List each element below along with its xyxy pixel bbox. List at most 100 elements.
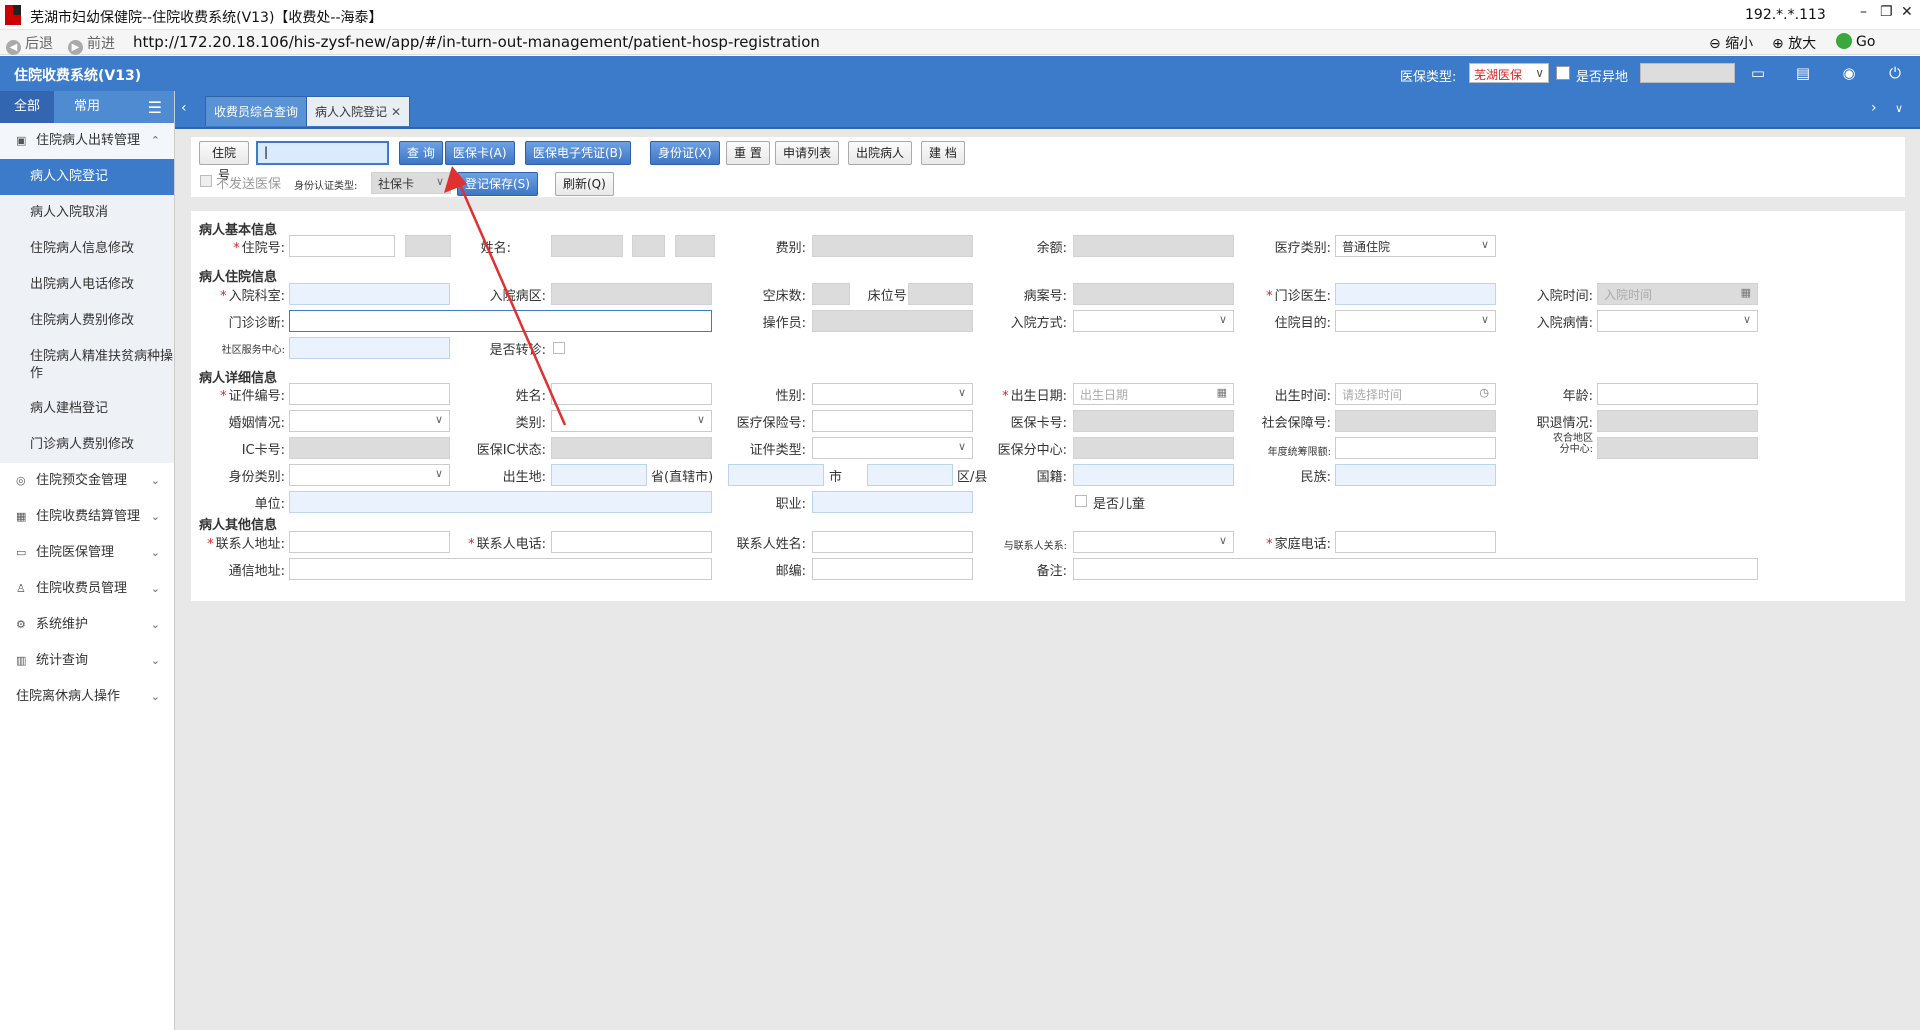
sidebar-item-admission-registration[interactable]: 病人入院登记 xyxy=(0,159,174,195)
reset-button[interactable]: 重 置 xyxy=(726,141,770,165)
apply-list-button[interactable]: 申请列表 xyxy=(775,141,840,165)
nationality-field[interactable] xyxy=(1073,464,1234,486)
contact-phone-field[interactable] xyxy=(551,531,712,553)
create-file-button[interactable]: 建 档 xyxy=(921,141,965,165)
diagnosis-field[interactable] xyxy=(289,310,712,332)
birthplace-province-field[interactable] xyxy=(551,464,647,486)
hosp-no-search-input[interactable]: | xyxy=(256,141,389,165)
zoom-in-button[interactable]: ⊕ 放大 xyxy=(1772,33,1816,53)
workplace-field[interactable] xyxy=(289,491,712,513)
sidebar-group-insurance[interactable]: ▭ 住院医保管理 ⌄ xyxy=(0,535,174,571)
contact-relation-select[interactable]: ∨ xyxy=(1073,531,1234,553)
category-select[interactable]: ∨ xyxy=(551,410,712,432)
sidebar-group-settlement[interactable]: ▦ 住院收费结算管理 ⌄ xyxy=(0,499,174,535)
chevron-down-icon: ∨ xyxy=(435,175,444,188)
contact-addr-field[interactable] xyxy=(289,531,450,553)
age-field[interactable] xyxy=(1597,383,1758,405)
sidebar-tab-common[interactable]: 常用 xyxy=(60,91,114,123)
sidebar-group-cashier[interactable]: ♙ 住院收费员管理 ⌄ xyxy=(0,571,174,607)
refresh-button[interactable]: 刷新(Q) xyxy=(555,172,614,196)
ward-label: 入院病区: xyxy=(489,289,546,304)
back-button[interactable]: ◀ 后退 xyxy=(6,33,53,55)
sidebar-group-deposit[interactable]: ◎ 住院预交金管理 ⌄ xyxy=(0,463,174,499)
hosp-purpose-select[interactable]: ∨ xyxy=(1335,310,1496,332)
sidebar-group-inout[interactable]: ▣ 住院病人出转管理 ⌃ xyxy=(0,123,174,159)
sidebar-tab-all[interactable]: 全部 xyxy=(0,91,55,123)
id-type-select[interactable]: ∨ xyxy=(812,437,973,459)
sidebar-group-retired[interactable]: 住院离休病人操作 ⌄ xyxy=(0,679,174,715)
query-button[interactable]: 查 询 xyxy=(399,141,443,165)
id-auth-select[interactable]: 社保卡 ∨ xyxy=(371,172,451,194)
postcode-field[interactable] xyxy=(812,558,973,580)
birth-date-field[interactable]: 出生日期 ▦ xyxy=(1073,383,1234,405)
eye-icon[interactable]: ◉ xyxy=(1840,64,1858,82)
minimize-button[interactable]: – xyxy=(1860,4,1867,20)
contact-name-label: 联系人姓名: xyxy=(736,537,806,552)
dept-field[interactable] xyxy=(289,283,450,305)
tab-prev-icon[interactable]: ‹ xyxy=(181,100,187,116)
ins-no-field[interactable] xyxy=(812,410,973,432)
tab-next-icon[interactable]: › xyxy=(1871,100,1877,116)
save-registration-button[interactable]: 登记保存(S) xyxy=(457,172,538,196)
tab-menu-chevron-icon[interactable]: ∨ xyxy=(1895,102,1903,115)
close-tab-icon[interactable]: ✕ xyxy=(391,105,401,119)
community-field[interactable] xyxy=(289,337,450,359)
mail-addr-field[interactable] xyxy=(289,558,712,580)
sidebar-group-label: 住院收费结算管理 xyxy=(36,509,141,524)
hosp-no-field[interactable] xyxy=(289,235,395,257)
hosp-purpose-label: 住院目的: xyxy=(1274,316,1331,331)
annual-limit-field[interactable] xyxy=(1335,437,1496,459)
forward-button[interactable]: ▶ 前进 xyxy=(68,33,115,55)
admit-method-select[interactable]: ∨ xyxy=(1073,310,1234,332)
home-phone-field[interactable] xyxy=(1335,531,1496,553)
go-button[interactable]: Go xyxy=(1836,33,1875,50)
back-label: 后退 xyxy=(25,36,53,52)
contact-name-field[interactable] xyxy=(812,531,973,553)
chevron-down-icon: ⌄ xyxy=(150,582,160,595)
close-window-button[interactable]: ✕ xyxy=(1901,4,1913,20)
gender-select[interactable]: ∨ xyxy=(812,383,973,405)
remark-field[interactable] xyxy=(1073,558,1758,580)
monitor-icon[interactable]: ▭ xyxy=(1749,64,1767,82)
ins-card-button[interactable]: 医保卡(A) xyxy=(445,141,515,165)
remote-checkbox[interactable] xyxy=(1556,66,1570,80)
admit-condition-select[interactable]: ∨ xyxy=(1597,310,1758,332)
id-no-field[interactable] xyxy=(289,383,450,405)
ethnicity-field[interactable] xyxy=(1335,464,1496,486)
zoom-out-button[interactable]: ⊖ 缩小 xyxy=(1709,33,1753,53)
sidebar-group-stats[interactable]: ▥ 统计查询 ⌄ xyxy=(0,643,174,679)
sidebar-item-poverty[interactable]: 住院病人精准扶贫病种操作 xyxy=(0,339,174,391)
sidebar-item-fee-edit[interactable]: 住院病人费别修改 xyxy=(0,303,174,339)
sidebar-item-admission-cancel[interactable]: 病人入院取消 xyxy=(0,195,174,231)
med-type-select[interactable]: 普通住院 ∨ xyxy=(1335,235,1496,257)
birthplace-city-field[interactable] xyxy=(728,464,824,486)
insurance-type-select[interactable]: 芜湖医保 ∨ xyxy=(1469,63,1549,83)
power-icon[interactable]: ⏻ xyxy=(1886,64,1904,82)
city-label: 市 xyxy=(829,470,843,485)
no-send-ins-checkbox[interactable] xyxy=(200,175,212,187)
occupation-field[interactable] xyxy=(812,491,973,513)
is-child-checkbox[interactable] xyxy=(1075,495,1087,507)
tab-cashier-query[interactable]: 收费员综合查询 xyxy=(205,96,308,126)
birthplace-district-field[interactable] xyxy=(867,464,953,486)
transfer-checkbox[interactable] xyxy=(553,342,565,354)
name2-field[interactable] xyxy=(551,383,712,405)
id-card-button[interactable]: 身份证(X) xyxy=(650,141,720,165)
menu-icon[interactable]: ☰ xyxy=(148,98,162,117)
sidebar-item-outpatient-fee[interactable]: 门诊病人费别修改 xyxy=(0,427,174,463)
sidebar-item-phone-edit[interactable]: 出院病人电话修改 xyxy=(0,267,174,303)
ins-ecert-button[interactable]: 医保电子凭证(B) xyxy=(525,141,631,165)
tab-label: 病人入院登记 xyxy=(315,105,388,119)
sidebar-item-info-edit[interactable]: 住院病人信息修改 xyxy=(0,231,174,267)
sidebar-item-create-file[interactable]: 病人建档登记 xyxy=(0,391,174,427)
url-field[interactable]: http://172.20.18.106/his-zysf-new/app/#/… xyxy=(133,33,820,51)
discharged-button[interactable]: 出院病人 xyxy=(848,141,913,165)
restore-button[interactable]: ❐ xyxy=(1880,4,1893,20)
outpatient-doctor-field[interactable] xyxy=(1335,283,1496,305)
document-icon[interactable]: ▤ xyxy=(1794,64,1812,82)
tab-admission-registration[interactable]: 病人入院登记 ✕ xyxy=(306,96,411,126)
birth-time-field[interactable]: 请选择时间 ◷ xyxy=(1335,383,1496,405)
sidebar-group-system[interactable]: ⚙ 系统维护 ⌄ xyxy=(0,607,174,643)
marital-select[interactable]: ∨ xyxy=(289,410,450,432)
id-category-select[interactable]: ∨ xyxy=(289,464,450,486)
